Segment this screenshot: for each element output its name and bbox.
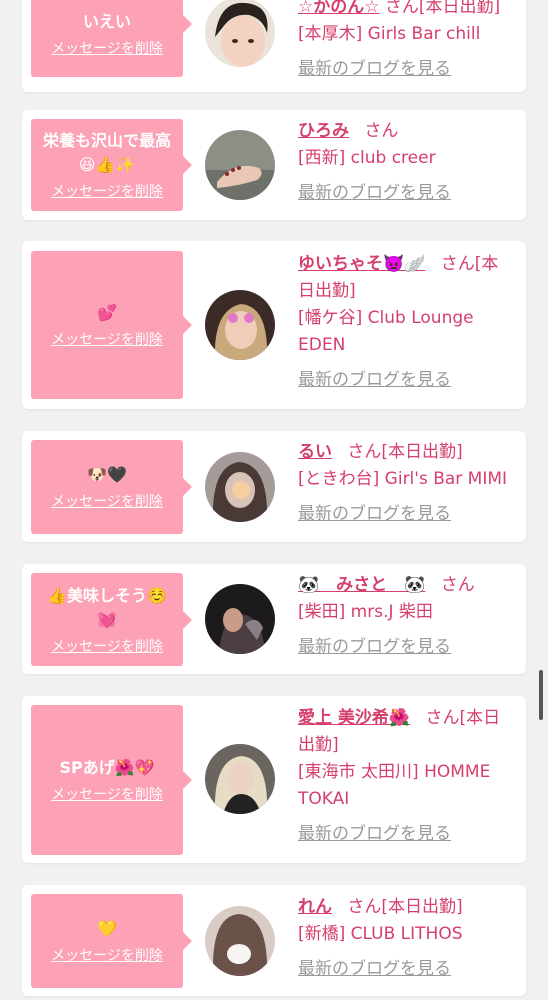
honorific: さん <box>384 0 419 17</box>
latest-blog-link[interactable]: 最新のブログを見る <box>298 821 514 848</box>
honorific: さん <box>347 442 382 462</box>
message-bubble: 👍美味しそう☺️💓 メッセージを削除 <box>31 573 192 666</box>
message-bubble: 🐶🖤 メッセージを削除 <box>31 440 192 534</box>
card-info: ゆいちゃそ👿🪽 さん[本日出勤] [幡ケ谷] Club Lounge EDEN … <box>298 251 514 394</box>
shop-name: [ときわ台] Girl's Bar MIMI <box>298 469 508 489</box>
message-text: 💕 <box>97 303 117 322</box>
list-item: 👍美味しそう☺️💓 メッセージを削除 🐼 みさと 🐼 さん [柴田] mrs.J… <box>22 564 526 674</box>
avatar[interactable] <box>205 0 275 67</box>
list-item: SPあげ🌺💖 メッセージを削除 愛上 美沙希🌺 さん[本日出勤] [東海市 太田… <box>22 696 526 863</box>
message-bubble: 💛 メッセージを削除 <box>31 894 192 988</box>
shop-name: [柴田] mrs.J 柴田 <box>298 602 433 622</box>
delete-message-link[interactable]: メッセージを削除 <box>51 181 163 201</box>
latest-blog-link[interactable]: 最新のブログを見る <box>298 56 514 83</box>
card-info: ☆かのん☆ さん[本日出勤] [本厚木] Girls Bar chill 最新の… <box>298 0 514 83</box>
message-text: 👍美味しそう☺️💓 <box>47 585 167 629</box>
list-item: いえい メッセージを削除 ☆かのん☆ さん[本日出勤] [本厚木] Girls … <box>22 0 526 92</box>
shop-name: [東海市 太田川] HOMME TOKAI <box>298 762 491 809</box>
latest-blog-link[interactable]: 最新のブログを見る <box>298 367 514 394</box>
avatar-photo <box>205 906 275 976</box>
shop-name: [新橋] CLUB LITHOS <box>298 924 463 944</box>
user-name-link[interactable]: 愛上 美沙希🌺 <box>298 708 410 728</box>
avatar[interactable] <box>205 130 275 200</box>
attendance-status: [本日出勤] <box>418 0 501 17</box>
message-bubble: 栄養も沢山で最高😆👍✨ メッセージを削除 <box>31 119 192 211</box>
latest-blog-link[interactable]: 最新のブログを見る <box>298 956 514 983</box>
message-bubble: SPあげ🌺💖 メッセージを削除 <box>31 705 192 855</box>
shop-name: [本厚木] Girls Bar chill <box>298 24 481 44</box>
list-item: 栄養も沢山で最高😆👍✨ メッセージを削除 ひろみ さん [西新] club cr… <box>22 110 526 220</box>
card-info: 愛上 美沙希🌺 さん[本日出勤] [東海市 太田川] HOMME TOKAI 最… <box>298 705 514 848</box>
shop-name: [幡ケ谷] Club Lounge EDEN <box>298 308 474 355</box>
message-text: 💛 <box>97 919 117 938</box>
message-bubble: 💕 メッセージを削除 <box>31 251 192 399</box>
avatar-photo <box>205 452 275 522</box>
avatar-photo <box>205 130 275 200</box>
shop-name: [西新] club creer <box>298 148 436 168</box>
list-item: 💛 メッセージを削除 れん さん[本日出勤] [新橋] CLUB LITHOS … <box>22 885 526 996</box>
attendance-status: [本日出勤] <box>381 897 463 917</box>
card-info: れん さん[本日出勤] [新橋] CLUB LITHOS 最新のブログを見る <box>298 894 514 983</box>
avatar[interactable] <box>205 290 275 360</box>
message-text: SPあげ🌺💖 <box>59 758 155 777</box>
honorific: さん <box>440 575 475 595</box>
attendance-status: [本日出勤] <box>381 442 463 462</box>
latest-blog-link[interactable]: 最新のブログを見る <box>298 180 514 207</box>
card-info: 🐼 みさと 🐼 さん [柴田] mrs.J 柴田 最新のブログを見る <box>298 572 514 661</box>
message-text: いえい <box>82 11 131 31</box>
user-name-link[interactable]: ☆かのん☆ <box>298 0 379 17</box>
delete-message-link[interactable]: メッセージを削除 <box>51 38 163 58</box>
list-item: 🐶🖤 メッセージを削除 るい さん[本日出勤] [ときわ台] Girl's Ba… <box>22 431 526 542</box>
user-name-link[interactable]: ひろみ <box>298 121 349 141</box>
message-text: 栄養も沢山で最高😆👍✨ <box>42 131 171 174</box>
avatar-photo <box>205 0 275 67</box>
delete-message-link[interactable]: メッセージを削除 <box>51 784 163 804</box>
card-info: ひろみ さん [西新] club creer 最新のブログを見る <box>298 118 514 207</box>
user-name-link[interactable]: ゆいちゃそ👿🪽 <box>298 254 425 274</box>
user-name-link[interactable]: 🐼 みさと 🐼 <box>298 575 425 595</box>
latest-blog-link[interactable]: 最新のブログを見る <box>298 634 514 661</box>
scrollbar[interactable] <box>539 670 543 720</box>
avatar[interactable] <box>205 906 275 976</box>
honorific: さん <box>440 254 475 274</box>
avatar-photo <box>205 744 275 814</box>
avatar-photo <box>205 584 275 654</box>
avatar[interactable] <box>205 452 275 522</box>
honorific: さん <box>347 897 382 917</box>
card-info: るい さん[本日出勤] [ときわ台] Girl's Bar MIMI 最新のブロ… <box>298 439 514 528</box>
honorific: さん <box>364 121 399 141</box>
delete-message-link[interactable]: メッセージを削除 <box>51 491 163 511</box>
avatar[interactable] <box>205 744 275 814</box>
delete-message-link[interactable]: メッセージを削除 <box>51 329 163 349</box>
delete-message-link[interactable]: メッセージを削除 <box>51 636 163 656</box>
latest-blog-link[interactable]: 最新のブログを見る <box>298 501 514 528</box>
avatar[interactable] <box>205 584 275 654</box>
user-name-link[interactable]: るい <box>298 442 332 462</box>
delete-message-link[interactable]: メッセージを削除 <box>51 945 163 965</box>
honorific: さん <box>425 708 460 728</box>
list-item: 💕 メッセージを削除 ゆいちゃそ👿🪽 さん[本日出勤] [幡ケ谷] Club L… <box>22 241 526 409</box>
message-bubble: いえい メッセージを削除 <box>31 0 192 77</box>
message-text: 🐶🖤 <box>87 465 127 484</box>
user-name-link[interactable]: れん <box>298 897 332 917</box>
avatar-photo <box>205 290 275 360</box>
